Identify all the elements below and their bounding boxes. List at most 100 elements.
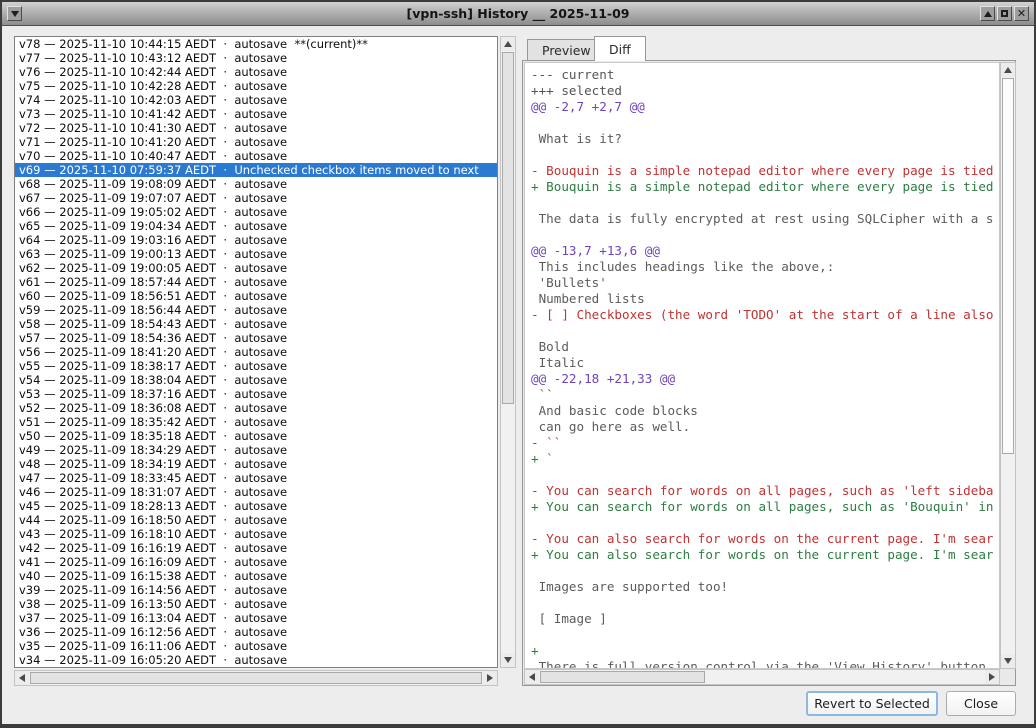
- list-item[interactable]: v78 — 2025-11-10 10:44:15 AEDT · autosav…: [15, 37, 497, 51]
- list-item[interactable]: v68 — 2025-11-09 19:08:09 AEDT · autosav…: [15, 177, 497, 191]
- list-item[interactable]: v49 — 2025-11-09 18:34:29 AEDT · autosav…: [15, 443, 497, 457]
- maximize-button[interactable]: [997, 6, 1012, 21]
- list-item[interactable]: v73 — 2025-11-10 10:41:42 AEDT · autosav…: [15, 107, 497, 121]
- diff-line: There is full version control via the 'V…: [531, 659, 999, 669]
- list-item[interactable]: v58 — 2025-11-09 18:54:43 AEDT · autosav…: [15, 317, 497, 331]
- list-item[interactable]: v41 — 2025-11-09 16:16:09 AEDT · autosav…: [15, 555, 497, 569]
- list-item[interactable]: v74 — 2025-11-10 10:42:03 AEDT · autosav…: [15, 93, 497, 107]
- diff-line: [531, 627, 999, 643]
- list-item[interactable]: v77 — 2025-11-10 10:43:12 AEDT · autosav…: [15, 51, 497, 65]
- list-item[interactable]: v64 — 2025-11-09 19:03:16 AEDT · autosav…: [15, 233, 497, 247]
- revert-to-selected-button[interactable]: Revert to Selected: [806, 691, 938, 716]
- list-item[interactable]: v46 — 2025-11-09 18:31:07 AEDT · autosav…: [15, 485, 497, 499]
- close-window-button[interactable]: ✕: [1014, 6, 1029, 21]
- scroll-down-button[interactable]: [501, 653, 515, 667]
- list-item[interactable]: v60 — 2025-11-09 18:56:51 AEDT · autosav…: [15, 289, 497, 303]
- list-item[interactable]: v48 — 2025-11-09 18:34:19 AEDT · autosav…: [15, 457, 497, 471]
- diff-line: What is it?: [531, 131, 999, 147]
- list-item[interactable]: v62 — 2025-11-09 19:00:05 AEDT · autosav…: [15, 261, 497, 275]
- diff-line: The data is fully encrypted at rest usin…: [531, 211, 999, 227]
- right-arrow-icon: [989, 673, 995, 681]
- titlebar[interactable]: [vpn-ssh] History __ 2025-11-09 ✕: [2, 2, 1034, 26]
- list-item[interactable]: v57 — 2025-11-09 18:54:36 AEDT · autosav…: [15, 331, 497, 345]
- list-vertical-scrollbar[interactable]: [500, 36, 516, 668]
- scroll-right-button[interactable]: [483, 671, 497, 685]
- diff-line: --- current: [531, 67, 999, 83]
- diff-line: [531, 467, 999, 483]
- up-arrow-icon: [1004, 67, 1012, 73]
- shade-button[interactable]: [980, 6, 995, 21]
- list-item[interactable]: v33 — 2025-11-09 16:05:01 AEDT · autosav…: [15, 667, 497, 668]
- diff-line: @@ -2,7 +2,7 @@: [531, 99, 999, 115]
- list-item[interactable]: v42 — 2025-11-09 16:16:19 AEDT · autosav…: [15, 541, 497, 555]
- right-arrow-icon: [487, 674, 493, 682]
- diff-vscroll-thumb[interactable]: [1002, 78, 1014, 454]
- list-item[interactable]: v35 — 2025-11-09 16:11:06 AEDT · autosav…: [15, 639, 497, 653]
- diff-line: Images are supported too!: [531, 579, 999, 595]
- list-item[interactable]: v43 — 2025-11-09 16:18:10 AEDT · autosav…: [15, 527, 497, 541]
- diff-line: Italic: [531, 355, 999, 371]
- list-item[interactable]: v67 — 2025-11-09 19:07:07 AEDT · autosav…: [15, 191, 497, 205]
- list-item[interactable]: v69 — 2025-11-10 07:59:37 AEDT · Uncheck…: [15, 163, 497, 177]
- list-item[interactable]: v37 — 2025-11-09 16:13:04 AEDT · autosav…: [15, 611, 497, 625]
- list-item[interactable]: v56 — 2025-11-09 18:41:20 AEDT · autosav…: [15, 345, 497, 359]
- scroll-up-button[interactable]: [501, 37, 515, 51]
- diff-line: [531, 227, 999, 243]
- diff-line: + You can search for words on all pages,…: [531, 499, 999, 515]
- diff-line: ``: [531, 387, 999, 403]
- shade-icon: [984, 11, 992, 17]
- list-item[interactable]: v51 — 2025-11-09 18:35:42 AEDT · autosav…: [15, 415, 497, 429]
- diff-line: - You can search for words on all pages,…: [531, 483, 999, 499]
- diff-line: can go here as well.: [531, 419, 999, 435]
- diff-line: [531, 515, 999, 531]
- diff-line: [ Image ]: [531, 611, 999, 627]
- list-item[interactable]: v54 — 2025-11-09 18:38:04 AEDT · autosav…: [15, 373, 497, 387]
- tab-diff[interactable]: Diff: [594, 36, 646, 61]
- list-vscroll-thumb[interactable]: [502, 52, 514, 404]
- list-item[interactable]: v38 — 2025-11-09 16:13:50 AEDT · autosav…: [15, 597, 497, 611]
- list-hscroll-thumb[interactable]: [30, 672, 482, 684]
- scroll-right-button[interactable]: [985, 670, 999, 684]
- list-item[interactable]: v65 — 2025-11-09 19:04:34 AEDT · autosav…: [15, 219, 497, 233]
- left-arrow-icon: [529, 673, 535, 681]
- diff-line: + Bouquin is a simple notepad editor whe…: [531, 179, 999, 195]
- history-list[interactable]: v78 — 2025-11-10 10:44:15 AEDT · autosav…: [14, 36, 498, 668]
- list-horizontal-scrollbar[interactable]: [14, 670, 498, 686]
- list-item[interactable]: v75 — 2025-11-10 10:42:28 AEDT · autosav…: [15, 79, 497, 93]
- list-item[interactable]: v39 — 2025-11-09 16:14:56 AEDT · autosav…: [15, 583, 497, 597]
- close-button[interactable]: Close: [946, 691, 1016, 716]
- scroll-left-button[interactable]: [525, 670, 539, 684]
- diff-line: [531, 323, 999, 339]
- list-item[interactable]: v36 — 2025-11-09 16:12:56 AEDT · autosav…: [15, 625, 497, 639]
- diff-line: - You can also search for words on the c…: [531, 531, 999, 547]
- diff-text-area[interactable]: --- current+++ selected@@ -2,7 +2,7 @@ W…: [524, 62, 1000, 669]
- list-item[interactable]: v59 — 2025-11-09 18:56:44 AEDT · autosav…: [15, 303, 497, 317]
- list-item[interactable]: v34 — 2025-11-09 16:05:20 AEDT · autosav…: [15, 653, 497, 667]
- list-item[interactable]: v55 — 2025-11-09 18:38:17 AEDT · autosav…: [15, 359, 497, 373]
- list-item[interactable]: v44 — 2025-11-09 16:18:50 AEDT · autosav…: [15, 513, 497, 527]
- list-item[interactable]: v50 — 2025-11-09 18:35:18 AEDT · autosav…: [15, 429, 497, 443]
- list-item[interactable]: v63 — 2025-11-09 19:00:13 AEDT · autosav…: [15, 247, 497, 261]
- list-item[interactable]: v72 — 2025-11-10 10:41:30 AEDT · autosav…: [15, 121, 497, 135]
- list-item[interactable]: v71 — 2025-11-10 10:41:20 AEDT · autosav…: [15, 135, 497, 149]
- left-arrow-icon: [19, 674, 25, 682]
- list-item[interactable]: v70 — 2025-11-10 10:40:47 AEDT · autosav…: [15, 149, 497, 163]
- scroll-left-button[interactable]: [15, 671, 29, 685]
- list-item[interactable]: v52 — 2025-11-09 18:36:08 AEDT · autosav…: [15, 401, 497, 415]
- scroll-up-button[interactable]: [1001, 63, 1015, 77]
- scroll-down-button[interactable]: [1001, 654, 1015, 668]
- diff-hscroll-thumb[interactable]: [540, 671, 705, 683]
- list-item[interactable]: v53 — 2025-11-09 18:37:16 AEDT · autosav…: [15, 387, 497, 401]
- diff-vertical-scrollbar[interactable]: [1000, 62, 1016, 669]
- diff-horizontal-scrollbar[interactable]: [524, 669, 1000, 685]
- diff-line: [531, 563, 999, 579]
- list-item[interactable]: v61 — 2025-11-09 18:57:44 AEDT · autosav…: [15, 275, 497, 289]
- list-item[interactable]: v45 — 2025-11-09 18:28:13 AEDT · autosav…: [15, 499, 497, 513]
- list-item[interactable]: v66 — 2025-11-09 19:05:02 AEDT · autosav…: [15, 205, 497, 219]
- history-window: [vpn-ssh] History __ 2025-11-09 ✕ v78 — …: [0, 0, 1036, 728]
- list-item[interactable]: v76 — 2025-11-10 10:42:44 AEDT · autosav…: [15, 65, 497, 79]
- diff-line: [531, 147, 999, 163]
- list-item[interactable]: v40 — 2025-11-09 16:15:38 AEDT · autosav…: [15, 569, 497, 583]
- diff-line: [531, 195, 999, 211]
- list-item[interactable]: v47 — 2025-11-09 18:33:45 AEDT · autosav…: [15, 471, 497, 485]
